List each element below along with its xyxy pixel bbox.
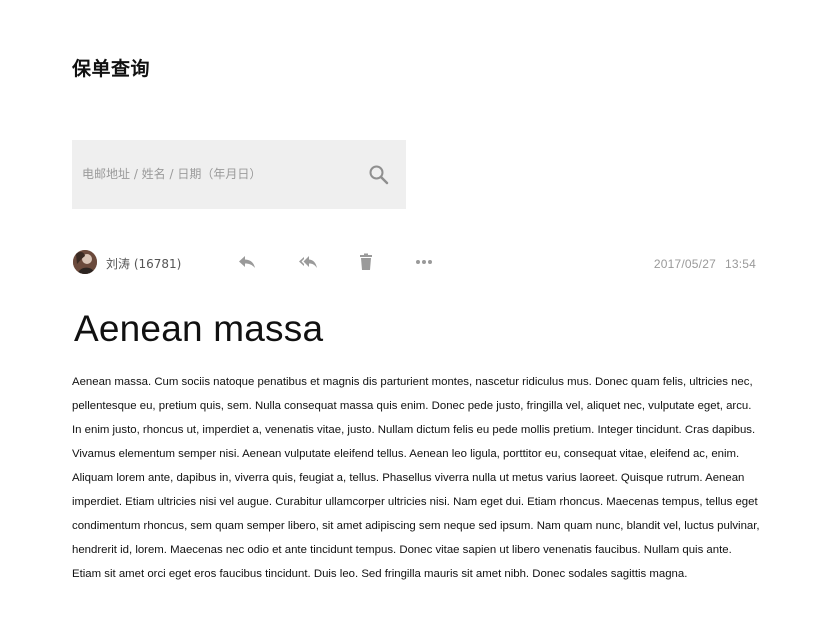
message-meta-row: 刘涛 (16781) 2017/05/27 13:54: [72, 248, 756, 278]
message-body: Aenean massa. Cum sociis natoque penatib…: [72, 376, 760, 580]
message-timestamp: 2017/05/27 13:54: [654, 257, 756, 271]
more-icon[interactable]: [414, 253, 434, 271]
reply-icon[interactable]: [237, 253, 257, 271]
search-box: [72, 140, 406, 209]
sender-name[interactable]: 刘涛 (16781): [106, 255, 181, 272]
search-icon[interactable]: [368, 164, 390, 186]
reply-all-icon[interactable]: [298, 253, 318, 271]
avatar[interactable]: [73, 250, 97, 274]
message-title: Aenean massa: [74, 308, 324, 349]
page-title: 保单查询: [72, 58, 151, 80]
message-date: 2017/05/27: [653, 257, 716, 271]
trash-icon[interactable]: [356, 253, 376, 271]
message-time: 13:54: [724, 257, 756, 271]
search-input[interactable]: [82, 162, 352, 186]
